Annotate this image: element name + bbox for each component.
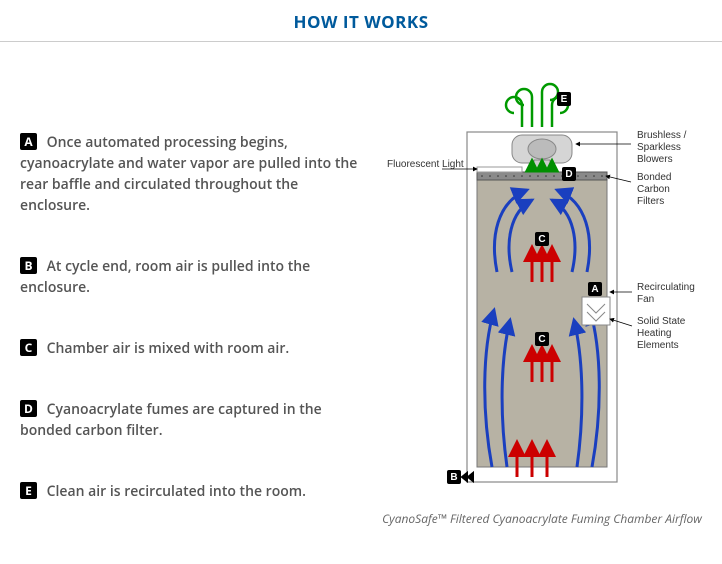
airflow-diagram: E [382,72,702,502]
label-heat-3: Elements [637,340,679,351]
label-filters-1: Bonded [637,172,671,183]
step-text-c: Chamber air is mixed with room air. [47,339,290,358]
steps-column: A Once automated processing begins, cyan… [20,72,362,542]
carbon-filter-icon [477,172,607,180]
label-fan-1: Recirculating [637,282,695,293]
label-filters-3: Filters [637,196,664,207]
label-blowers-1: Brushless / [637,130,687,141]
step-e: E Clean air is recirculated into the roo… [20,481,362,502]
marker-d: D [565,169,572,180]
content-row: A Once automated processing begins, cyan… [0,42,722,552]
diagram-wrap: E [382,72,702,527]
marker-b: B [450,472,457,483]
step-badge-d: D [20,400,37,417]
label-blowers-2: Sparkless [637,142,681,153]
label-fluorescent-1: Fluorescent Light [387,159,464,170]
marker-e: E [561,94,568,105]
section-header: HOW IT WORKS [0,0,722,42]
step-d: D Cyanoacrylate fumes are captured in th… [20,399,362,441]
step-c: C Chamber air is mixed with room air. [20,338,362,359]
step-text-e: Clean air is recirculated into the room. [47,482,306,501]
page-title: HOW IT WORKS [0,10,722,33]
marker-a: A [591,284,598,295]
marker-c2: C [538,334,545,345]
step-a: A Once automated processing begins, cyan… [20,132,362,216]
step-badge-b: B [20,257,37,274]
label-blowers-3: Blowers [637,154,673,165]
intake-arrow-icon [462,473,473,481]
label-filters-2: Carbon [637,184,670,195]
step-badge-a: A [20,133,37,150]
label-fan-2: Fan [637,294,654,305]
step-text-a: Once automated processing begins, cyanoa… [20,133,357,215]
label-heat-1: Solid State [637,316,686,327]
step-badge-c: C [20,339,37,356]
label-heat-2: Heating [637,328,671,339]
step-b: B At cycle end, room air is pulled into … [20,256,362,298]
diagram-column: E [382,72,702,542]
fluorescent-light-icon [477,167,522,172]
diagram-caption: CyanoSafe™ Filtered Cyanoacrylate Fuming… [382,510,702,527]
marker-c1: C [538,234,545,245]
step-text-d: Cyanoacrylate fumes are captured in the … [20,400,322,440]
step-text-b: At cycle end, room air is pulled into th… [20,257,310,297]
step-badge-e: E [20,482,37,499]
